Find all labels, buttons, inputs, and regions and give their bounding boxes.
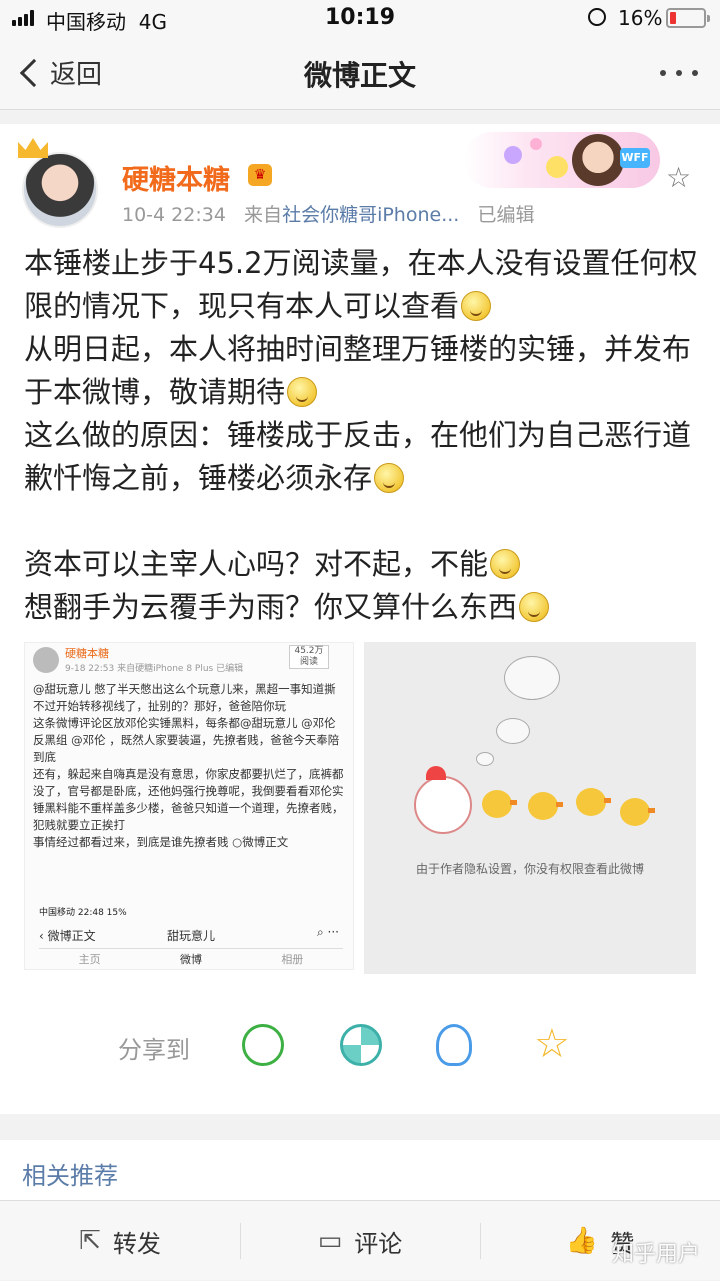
repost-button[interactable]: ⇱ 转发 xyxy=(0,1201,240,1281)
mini-meta: 9-18 22:53 来自硬糖iPhone 8 Plus 已编辑 xyxy=(65,664,244,674)
smile-emoji-icon xyxy=(519,592,550,622)
banner-tag: WFF xyxy=(620,148,650,168)
comment-button[interactable]: ▭ 评论 xyxy=(240,1201,480,1281)
mini-avatar xyxy=(33,647,59,673)
mini-body: @甜玩意儿 憋了半天憋出这么个玩意儿来，黑超一事知道撕不过开始转移视线了，扯别的… xyxy=(33,681,345,851)
author-name[interactable]: 硬糖本糖 xyxy=(122,158,230,197)
smile-emoji-icon xyxy=(461,291,492,321)
share-row: 分享到 ☆ xyxy=(0,1024,720,1068)
moments-icon[interactable] xyxy=(340,1024,382,1066)
share-label: 分享到 xyxy=(118,1036,190,1064)
post-body: 本锤楼止步于45.2万阅读量，在本人没有设置任何权限的情况下，现只有本人可以查看… xyxy=(24,242,704,629)
qq-icon[interactable] xyxy=(436,1024,472,1066)
post-line: 从明日起，本人将抽时间整理万锤楼的实锤，并发布于本微博，敬请期待 xyxy=(24,332,692,409)
related-title[interactable]: 相关推荐 xyxy=(22,1156,118,1191)
mini-line: 事情经过都看过来，到底是谁先撩者贱 ○微博正文 xyxy=(33,835,289,849)
repost-icon: ⇱ xyxy=(79,1226,101,1256)
mini-read-badge: 45.2万 阅读 xyxy=(289,645,329,669)
nav-bar: 返回 微博正文 xyxy=(0,36,720,110)
post-line: 资本可以主宰人心吗？对不起，不能 xyxy=(24,543,704,586)
battery-icon xyxy=(666,8,710,28)
edited-label: 已编辑 xyxy=(477,204,535,226)
clock: 10:19 xyxy=(324,5,396,30)
status-bar: 中国移动 4G 10:19 16% xyxy=(0,0,720,36)
mini-status-bar: 中国移动 22:48 15% xyxy=(39,908,127,918)
thumbs-up-icon: 👍 xyxy=(565,1226,599,1256)
battery-percent: 16% xyxy=(618,6,663,30)
post-meta: 10-4 22:34 来自社会你糖哥iPhone... 已编辑 xyxy=(122,200,534,227)
mini-author: 硬糖本糖 xyxy=(65,647,109,660)
wechat-icon[interactable] xyxy=(242,1024,284,1066)
mini-tabs: 主页 微博 相册 xyxy=(78,953,304,966)
mini-nav: ‹ 微博正文 甜玩意儿 ⌕ ··· xyxy=(39,919,343,949)
crown-icon xyxy=(18,138,48,158)
post-line: 想翻手为云覆手为雨？你又算什么东西 xyxy=(24,586,704,629)
page-title: 微博正文 xyxy=(303,59,416,92)
mini-line: 这条微博评论区放邓伦实锤黑料，每条都@甜玩意儿 @邓伦反黑组 @邓伦 ，既然人家… xyxy=(33,716,340,764)
mini-line: 还有，躲起来自嗨真是没有意思，你家皮都要扒烂了，底裤都没了，官号都是卧底，还他妈… xyxy=(33,767,344,832)
more-button[interactable] xyxy=(660,70,698,76)
banner-avatar xyxy=(572,134,624,186)
favorite-star-icon[interactable]: ☆ xyxy=(666,164,694,192)
smile-emoji-icon xyxy=(287,377,318,407)
rotation-lock-icon xyxy=(588,8,606,26)
hen-illustration xyxy=(414,766,472,834)
smile-emoji-icon xyxy=(374,463,405,493)
post-line xyxy=(24,500,704,543)
post-source[interactable]: 社会你糖哥iPhone... xyxy=(282,204,459,226)
source-prefix: 来自 xyxy=(244,204,283,226)
privacy-message: 由于作者隐私设置，你没有权限查看此微博 xyxy=(415,862,644,876)
comment-icon: ▭ xyxy=(317,1226,343,1256)
post-card: 硬糖本糖 ♛ 10-4 22:34 来自社会你糖哥iPhone... 已编辑 W… xyxy=(0,124,720,1114)
related-section: 相关推荐 xyxy=(0,1140,720,1200)
mini-more-icon: ⌕ ··· xyxy=(317,925,339,939)
post-image-2[interactable]: 由于作者隐私设置，你没有权限查看此微博 xyxy=(364,642,696,974)
post-line: 本锤楼止步于45.2万阅读量，在本人没有设置任何权限的情况下，现只有本人可以查看 xyxy=(24,246,698,323)
avatar[interactable] xyxy=(22,152,98,228)
post-line: 这么做的原因：锤楼成于反击，在他们为自己恶行道歉忏悔之前，锤楼必须永存 xyxy=(24,418,692,495)
post-image-1[interactable]: 硬糖本糖 9-18 22:53 来自硬糖iPhone 8 Plus 已编辑 45… xyxy=(24,642,354,970)
mini-title: 甜玩意儿 xyxy=(166,929,215,943)
watermark: 知乎用户 xyxy=(612,1242,701,1267)
mini-line: @甜玩意儿 憋了半天憋出这么个玩意儿来，黑超一事知道撕不过开始转移视线了，扯别的… xyxy=(33,682,336,713)
smile-emoji-icon xyxy=(490,549,521,579)
vip-badge-icon: ♛ xyxy=(248,164,272,186)
qzone-icon[interactable]: ☆ xyxy=(534,1024,576,1066)
decor-banner[interactable]: WFF xyxy=(464,132,660,188)
post-time: 10-4 22:34 xyxy=(122,204,226,226)
